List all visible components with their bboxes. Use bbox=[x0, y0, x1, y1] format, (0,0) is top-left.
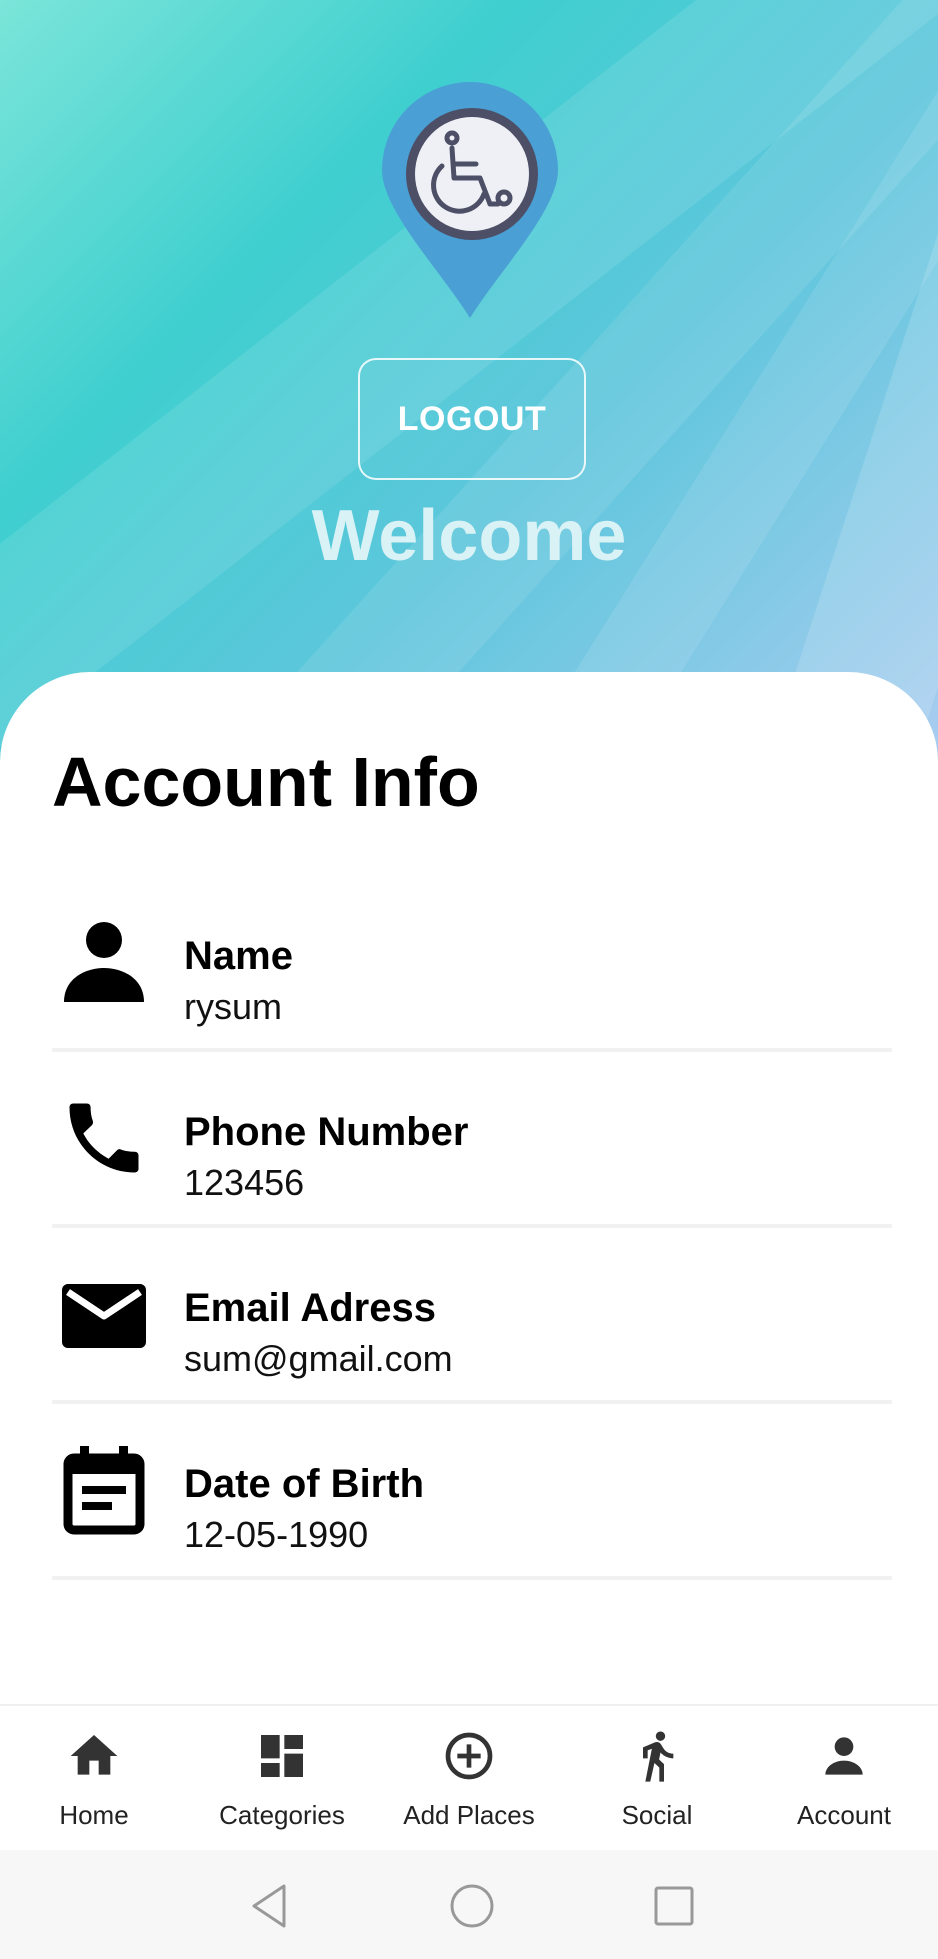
account-row-name: Name rysum bbox=[52, 876, 892, 1052]
nav-item-add-places[interactable]: Add Places bbox=[375, 1706, 563, 1852]
categories-icon bbox=[254, 1728, 310, 1784]
nav-item-home[interactable]: Home bbox=[0, 1706, 188, 1852]
nav-label: Add Places bbox=[403, 1800, 535, 1830]
welcome-heading: Welcome bbox=[311, 496, 627, 576]
account-row-email: Email Adress sum@gmail.com bbox=[52, 1228, 892, 1404]
account-row-dob: Date of Birth 12-05-1990 bbox=[52, 1404, 892, 1580]
nav-item-account[interactable]: Account bbox=[750, 1706, 938, 1852]
back-icon[interactable] bbox=[244, 1880, 296, 1932]
field-value: 123456 bbox=[184, 1162, 305, 1203]
email-icon bbox=[58, 1268, 150, 1360]
nav-label: Categories bbox=[219, 1800, 345, 1830]
recents-icon[interactable] bbox=[648, 1880, 700, 1932]
field-label: Name bbox=[184, 934, 293, 978]
logout-button[interactable]: LOGOUT bbox=[358, 358, 586, 480]
phone-icon bbox=[58, 1092, 150, 1184]
home-icon bbox=[66, 1728, 122, 1784]
field-value: rysum bbox=[184, 986, 282, 1027]
calendar-icon bbox=[58, 1444, 150, 1536]
nav-label: Social bbox=[621, 1800, 693, 1830]
field-label: Date of Birth bbox=[184, 1462, 424, 1506]
person-icon bbox=[58, 916, 150, 1008]
walking-person-icon bbox=[629, 1728, 685, 1784]
nav-item-categories[interactable]: Categories bbox=[188, 1706, 376, 1852]
system-navigation-bar bbox=[0, 1850, 938, 1959]
nav-label: Home bbox=[59, 1800, 129, 1830]
field-value: sum@gmail.com bbox=[184, 1338, 453, 1379]
add-circle-icon bbox=[441, 1728, 497, 1784]
account-row-phone: Phone Number 123456 bbox=[52, 1052, 892, 1228]
field-value: 12-05-1990 bbox=[184, 1514, 369, 1555]
field-label: Email Adress bbox=[184, 1286, 436, 1330]
nav-label: Account bbox=[797, 1800, 891, 1830]
header-banner: LOGOUT Welcome bbox=[0, 0, 938, 760]
bottom-navigation: Home Categories Add Places Social Accoun… bbox=[0, 1704, 938, 1852]
field-label: Phone Number bbox=[184, 1110, 469, 1154]
home-circle-icon[interactable] bbox=[446, 1880, 498, 1932]
wheelchair-location-pin-icon bbox=[380, 80, 560, 320]
page-title: Account Info bbox=[52, 743, 480, 821]
account-icon bbox=[816, 1728, 872, 1784]
nav-item-social[interactable]: Social bbox=[563, 1706, 751, 1852]
